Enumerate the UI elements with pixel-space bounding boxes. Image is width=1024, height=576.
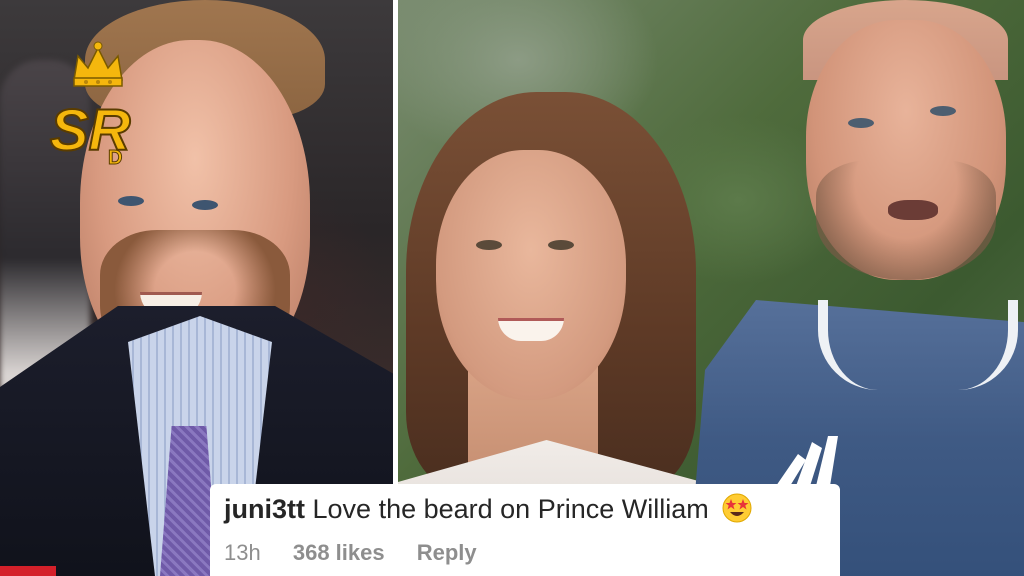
comment-time: 13h <box>224 540 261 565</box>
reply-button[interactable]: Reply <box>417 540 477 565</box>
eye <box>192 200 218 210</box>
mouth <box>888 200 938 220</box>
red-badge <box>0 566 56 576</box>
beard <box>816 160 996 280</box>
crown-icon <box>73 41 123 87</box>
logo-sub-text: D <box>108 147 122 169</box>
channel-logo: SR D <box>48 40 148 180</box>
eye <box>476 240 502 250</box>
comment-card: juni3tt Love the beard on Prince William… <box>210 484 840 576</box>
comment-likes[interactable]: 368 likes <box>293 540 385 565</box>
comment-username[interactable]: juni3tt <box>224 494 305 524</box>
comment-line: juni3tt Love the beard on Prince William <box>224 492 826 526</box>
collar <box>818 300 1018 390</box>
eye <box>930 106 956 116</box>
eye <box>848 118 874 128</box>
eye <box>548 240 574 250</box>
sr-logo-mark: SR D <box>49 97 132 170</box>
three-stripes-logo <box>776 436 838 486</box>
comment-meta: 13h 368 likes Reply <box>224 540 826 566</box>
eye <box>118 196 144 206</box>
comment-text: Love the beard on Prince William <box>312 494 709 524</box>
face <box>436 150 626 400</box>
star-struck-emoji-icon <box>722 493 752 523</box>
